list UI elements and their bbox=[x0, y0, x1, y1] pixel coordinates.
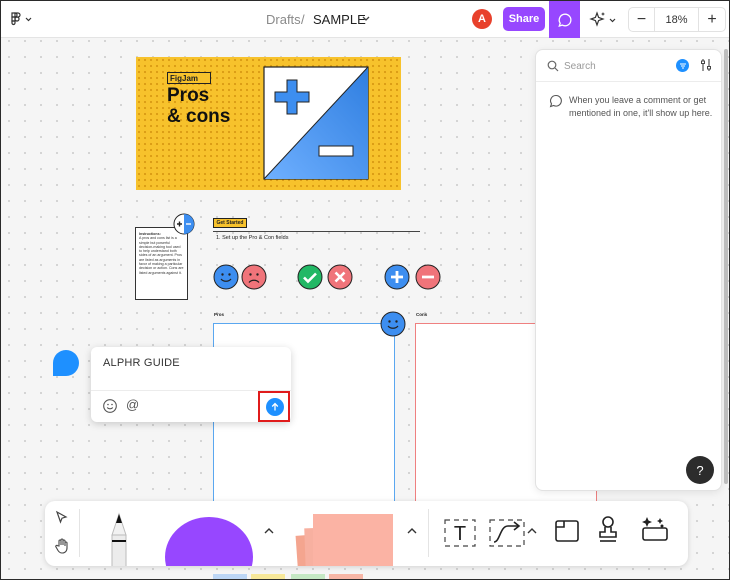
help-button[interactable]: ? bbox=[686, 456, 714, 484]
color-swatch[interactable] bbox=[213, 574, 247, 579]
get-started-tag: Get Started bbox=[213, 218, 247, 228]
zoom-controls: − 18% + bbox=[628, 7, 726, 32]
mention-button[interactable]: @ bbox=[126, 397, 139, 412]
text-tool-glyph: T bbox=[454, 523, 466, 545]
zoom-in-button[interactable]: + bbox=[699, 8, 725, 31]
text-tool-icon[interactable]: T bbox=[443, 518, 477, 548]
pros-cons-illustration bbox=[263, 66, 369, 180]
frown-red-icon[interactable] bbox=[241, 264, 267, 290]
zoom-out-button[interactable]: − bbox=[629, 8, 655, 31]
comment-composer: ALPHR GUIDE @ bbox=[91, 347, 291, 422]
filter-button[interactable] bbox=[676, 59, 689, 72]
widgets-tool-icon[interactable] bbox=[640, 515, 670, 545]
instructions-note[interactable]: Instructions: A pros and cons list is a … bbox=[135, 227, 188, 300]
color-swatch[interactable] bbox=[291, 574, 325, 579]
connector-tool-icon[interactable] bbox=[488, 518, 526, 548]
toolbar-divider bbox=[428, 509, 429, 557]
pen-tool-icon[interactable] bbox=[101, 511, 137, 566]
chevron-up-icon[interactable] bbox=[526, 526, 538, 536]
cons-label: Cons bbox=[416, 312, 428, 317]
toolbar-divider bbox=[79, 509, 80, 557]
search-icon bbox=[547, 60, 559, 72]
scrollbar[interactable] bbox=[724, 49, 728, 484]
hand-icon[interactable] bbox=[53, 537, 71, 555]
comment-icon bbox=[557, 13, 571, 27]
template-title: Pros & cons bbox=[167, 85, 257, 127]
title-line-2: & cons bbox=[167, 106, 231, 127]
bottom-toolbar: T bbox=[45, 501, 688, 566]
section-tool-icon[interactable] bbox=[554, 517, 580, 545]
comments-button[interactable] bbox=[549, 1, 580, 38]
template-cover[interactable]: FigJam Pros & cons bbox=[136, 57, 401, 190]
file-name[interactable]: SAMPLE bbox=[313, 12, 366, 27]
arrow-up-icon bbox=[271, 402, 279, 411]
smiley-cursor-icon[interactable] bbox=[380, 311, 406, 337]
sticky-note-tool-icon[interactable] bbox=[291, 511, 401, 566]
figma-menu-icon[interactable] bbox=[9, 11, 33, 29]
chevron-up-icon[interactable] bbox=[263, 526, 275, 536]
chevron-up-icon[interactable] bbox=[406, 526, 418, 536]
pros-label: Pros bbox=[214, 312, 225, 317]
comment-input[interactable]: ALPHR GUIDE bbox=[103, 357, 180, 369]
smiley-blue-icon[interactable] bbox=[213, 264, 239, 290]
emoji-icon[interactable] bbox=[102, 398, 118, 414]
instructions-body: A pros and cons list is a simple but pow… bbox=[139, 236, 184, 275]
comment-pin[interactable] bbox=[53, 350, 79, 376]
chevron-down-icon[interactable] bbox=[361, 15, 371, 23]
minus-red-icon[interactable] bbox=[415, 264, 441, 290]
check-green-icon[interactable] bbox=[297, 264, 323, 290]
plus-minus-badge-icon[interactable] bbox=[173, 213, 195, 235]
breadcrumb-separator: / bbox=[301, 12, 305, 27]
ai-sparkle-icon[interactable] bbox=[587, 9, 621, 31]
top-bar: Drafts / SAMPLE A Share − 18% + bbox=[1, 1, 729, 38]
plus-blue-icon[interactable] bbox=[384, 264, 410, 290]
figjam-tag: FigJam bbox=[167, 72, 211, 84]
color-swatch[interactable] bbox=[329, 574, 363, 579]
comments-panel: When you leave a comment or get mentione… bbox=[535, 49, 722, 491]
title-line-1: Pros bbox=[167, 85, 210, 106]
comment-icon bbox=[549, 94, 562, 108]
avatar[interactable]: A bbox=[472, 9, 492, 29]
stamp-tool-icon[interactable] bbox=[596, 515, 620, 545]
app-frame: Drafts / SAMPLE A Share − 18% + FigJam P… bbox=[0, 0, 730, 580]
color-swatch[interactable] bbox=[251, 574, 285, 579]
cursor-icon[interactable] bbox=[54, 510, 70, 526]
comments-search-input[interactable] bbox=[564, 59, 664, 73]
sliders-icon[interactable] bbox=[699, 58, 713, 72]
breadcrumb-drafts[interactable]: Drafts bbox=[266, 12, 301, 27]
send-comment-button[interactable] bbox=[266, 398, 284, 416]
divider bbox=[213, 231, 420, 232]
step-1-text: 1. Set up the Pro & Con fields bbox=[216, 235, 289, 241]
share-button[interactable]: Share bbox=[503, 7, 545, 31]
shape-tool-icon[interactable] bbox=[163, 511, 255, 566]
empty-comments-message: When you leave a comment or get mentione… bbox=[569, 95, 713, 118]
x-red-icon[interactable] bbox=[327, 264, 353, 290]
panel-divider bbox=[536, 81, 721, 82]
filter-icon bbox=[679, 63, 686, 68]
zoom-level[interactable]: 18% bbox=[655, 8, 699, 31]
